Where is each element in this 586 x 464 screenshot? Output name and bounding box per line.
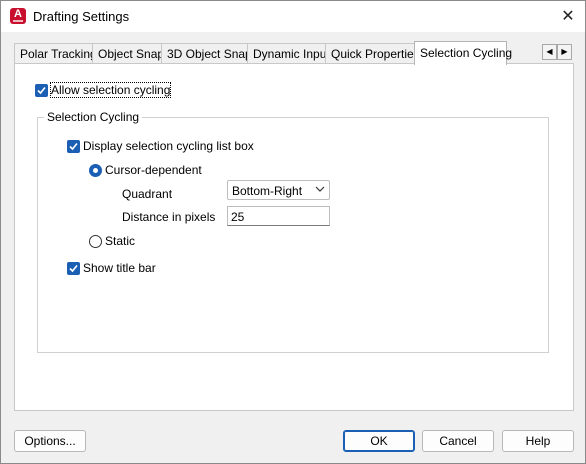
quadrant-select[interactable]: Bottom-Right (227, 180, 330, 200)
title-bar: A Drafting Settings ✕ (1, 1, 585, 32)
window-title: Drafting Settings (33, 9, 130, 24)
quadrant-label: Quadrant (122, 187, 173, 201)
tab-object-snap[interactable]: Object Snap (92, 43, 164, 64)
allow-cycling-label[interactable]: Allow selection cycling (49, 82, 172, 98)
help-button[interactable]: Help (502, 430, 574, 452)
quadrant-value: Bottom-Right (232, 184, 303, 198)
ok-button[interactable]: OK (343, 430, 415, 452)
allow-cycling-checkbox[interactable] (35, 84, 48, 97)
tab-scroll-right-icon[interactable]: ▶ (557, 44, 572, 60)
static-radio[interactable] (89, 235, 102, 248)
show-title-bar-label[interactable]: Show title bar (83, 261, 156, 275)
tab-quick-properties[interactable]: Quick Properties (325, 43, 420, 64)
cursor-dependent-radio[interactable] (89, 164, 102, 177)
display-list-box-label[interactable]: Display selection cycling list box (83, 139, 254, 153)
tab-scroll-left-icon[interactable]: ◀ (542, 44, 557, 60)
group-title: Selection Cycling (44, 110, 143, 124)
show-title-bar-checkbox[interactable] (67, 262, 80, 275)
options-button[interactable]: Options... (14, 430, 86, 452)
close-icon[interactable]: ✕ (555, 4, 581, 28)
distance-input[interactable]: 25 (227, 206, 330, 226)
static-label[interactable]: Static (105, 234, 135, 248)
tab-dynamic-input[interactable]: Dynamic Input (247, 43, 330, 64)
cancel-button[interactable]: Cancel (422, 430, 494, 452)
cursor-dependent-label[interactable]: Cursor-dependent (105, 163, 202, 177)
tab-3d-object-snap[interactable]: 3D Object Snap (161, 43, 252, 64)
chevron-down-icon (315, 186, 325, 192)
autocad-app-icon: A (10, 8, 26, 24)
distance-label: Distance in pixels (122, 210, 216, 224)
tab-selection-cycling[interactable]: Selection Cycling (414, 41, 512, 65)
tab-panel: Allow selection cycling Selection Cyclin… (14, 63, 574, 411)
dialog-window: A Drafting Settings ✕ Polar Tracking Obj… (0, 0, 586, 464)
selection-cycling-group: Selection Cycling Display selection cycl… (37, 110, 549, 353)
tab-polar-tracking[interactable]: Polar Tracking (14, 43, 97, 64)
display-list-box-checkbox[interactable] (67, 140, 80, 153)
tab-strip: Polar Tracking Object Snap 3D Object Sna… (14, 41, 574, 65)
